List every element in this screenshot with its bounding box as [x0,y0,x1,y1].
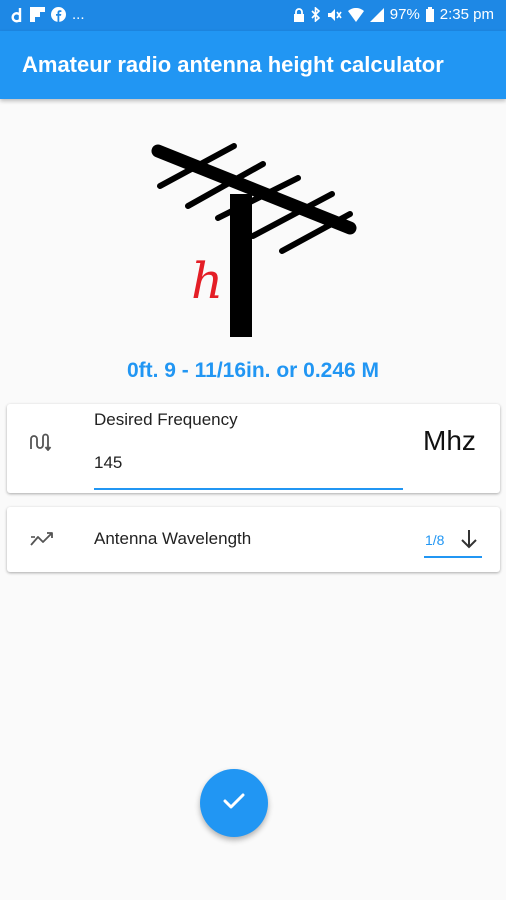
status-bar: ... 97% 2:35 pm [0,0,506,31]
antenna-illustration: h [150,136,360,341]
mute-icon [327,8,342,22]
facebook-icon [51,7,66,22]
signal-wave-icon [30,432,52,457]
frequency-label: Desired Frequency [94,410,238,429]
antenna-image: h [151,143,357,337]
d-app-icon [10,7,24,23]
notification-overflow: ... [72,6,85,23]
trending-icon [30,529,56,554]
bluetooth-icon [311,7,321,22]
check-icon [223,792,245,815]
wavelength-dropdown[interactable]: 1/8 [424,527,482,559]
height-symbol: h [191,252,223,310]
wavelength-card: Antenna Wavelength 1/8 [7,507,500,572]
flipboard-icon [30,7,45,22]
wifi-icon [347,7,364,22]
battery-percent: 97% [389,6,420,23]
frequency-card: Desired Frequency Mhz [7,404,500,493]
signal-icon [369,7,384,22]
result-text: 0ft. 9 - 11/16in. or 0.246 M [126,359,380,382]
app-bar: Amateur radio antenna height calculator [0,31,506,99]
app-title: Amateur radio antenna height calculator [22,52,444,77]
wavelength-label: Antenna Wavelength [94,529,252,548]
frequency-input[interactable] [94,450,403,476]
status-right: 97% 2:35 pm [293,6,494,23]
wavelength-selected-value: 1/8 [425,532,445,548]
battery-icon [425,7,434,22]
arrow-down-icon [457,527,481,556]
dropdown-underline [424,556,482,558]
status-time: 2:35 pm [439,6,494,23]
lock-icon [293,7,305,22]
frequency-unit: Mhz [423,425,476,456]
calculate-button[interactable] [200,769,268,837]
frequency-input-underline [94,488,403,490]
status-left: ... [10,6,85,23]
